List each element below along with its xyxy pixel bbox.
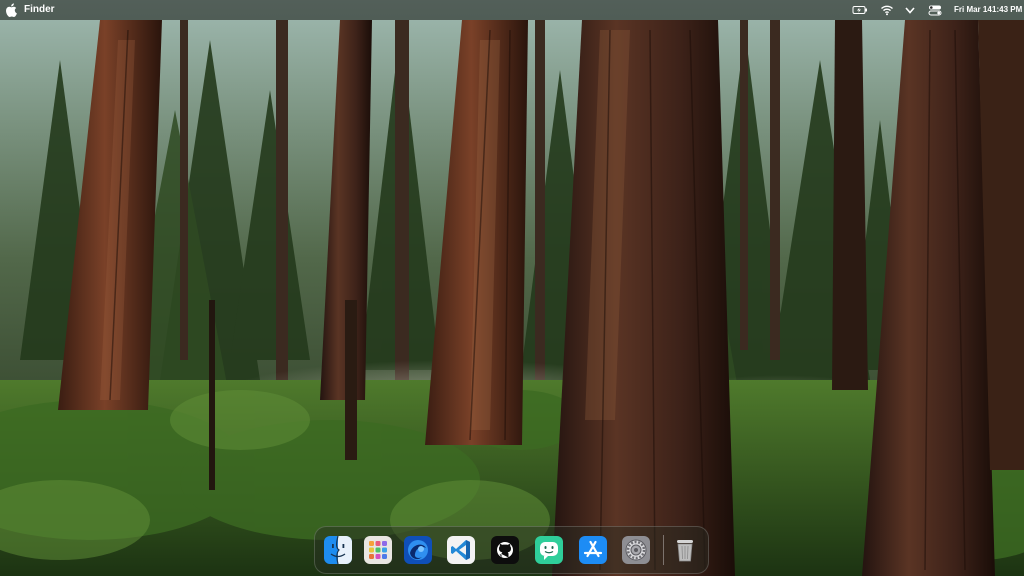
chevron-down-icon[interactable]: [904, 3, 916, 20]
trash-icon[interactable]: [671, 536, 699, 564]
app-store-icon[interactable]: [579, 536, 607, 564]
active-app-name[interactable]: Finder: [24, 4, 55, 15]
desktop-wallpaper: [0, 0, 1024, 576]
dock-separator: [663, 535, 664, 565]
menu-bar: Finder Fri Mar 14 1:43 PM: [0, 0, 1024, 20]
status-area: Fri Mar 14 1:43 PM: [844, 0, 1024, 20]
menubar-date[interactable]: Fri Mar 14: [954, 5, 992, 14]
browser-icon[interactable]: [404, 536, 432, 564]
menubar-time[interactable]: 1:43 PM: [992, 5, 1022, 14]
wifi-icon[interactable]: [880, 3, 894, 20]
apple-logo-icon[interactable]: [5, 3, 17, 18]
control-center-icon[interactable]: [928, 3, 942, 20]
github-icon[interactable]: [491, 536, 519, 564]
launchpad-icon[interactable]: [364, 536, 392, 564]
system-settings-icon[interactable]: [622, 536, 650, 564]
battery-charging-icon[interactable]: [852, 3, 868, 20]
vscode-icon[interactable]: [447, 536, 475, 564]
finder-icon[interactable]: [324, 536, 352, 564]
dock: [314, 526, 709, 574]
messenger-app-icon[interactable]: [535, 536, 563, 564]
